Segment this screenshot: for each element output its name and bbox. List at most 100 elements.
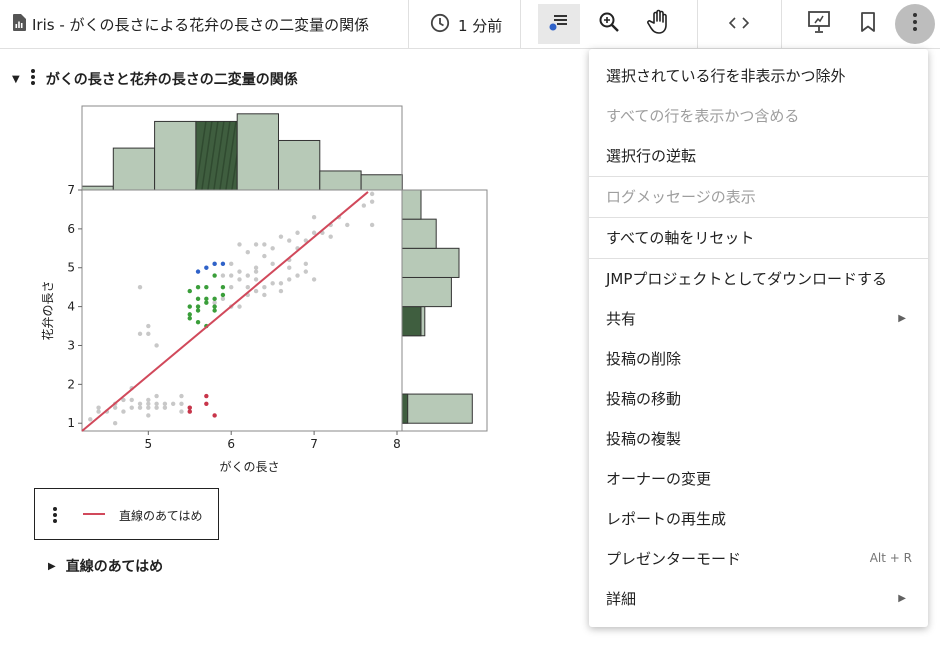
point-unselected [270,261,275,267]
legend-menu-icon[interactable] [52,506,58,528]
section-header: ▼ がくの長さと花弁の長さの二変量の関係 [12,68,298,90]
menu-item-10[interactable]: オーナーの変更 [589,458,928,498]
more-options-menu: 選択されている行を非表示かつ除外 すべての行を表示かつ含める 選択行の逆転 ログメッセ… [589,49,928,627]
x-histogram [81,113,403,191]
embed-code-button[interactable] [718,4,760,44]
point-unselected [278,288,284,294]
point-unselected [345,222,350,228]
last-updated: 1 分前 [430,13,502,37]
more-options-button[interactable] [895,4,935,44]
point-unselected [253,277,259,282]
point-red [187,409,192,414]
more-vert-icon [912,12,918,36]
point-unselected [146,323,151,329]
expand-triangle-icon[interactable]: ▶ [48,561,56,572]
clock-icon [430,13,450,37]
point-unselected [287,238,292,243]
y-tick-label: 5 [67,261,75,275]
collapse-triangle-icon[interactable]: ▼ [12,74,20,85]
y-hist-bar [401,276,452,308]
bookmark-button[interactable] [847,4,889,44]
point-green [195,284,201,290]
bivariate-chart: 5 6 7 8 1 2 3 4 5 6 7 がくの長さ 花弁の長さ [40,105,488,474]
menu-item-label: オーナーの変更 [606,469,712,488]
menu-item-9[interactable]: 投稿の複製 [589,418,928,458]
menu-item-12[interactable]: プレゼンターモード Alt + R [589,538,928,578]
menu-item-label: 選択行の逆転 [606,146,697,165]
menu-item-label: 共有 [606,309,637,328]
point-unselected [303,269,309,274]
point-unselected [112,421,118,426]
point-unselected [262,242,267,247]
presenter-mode-button[interactable] [798,4,840,44]
menu-item-0[interactable]: 選択されている行を非表示かつ除外 [589,55,928,95]
point-unselected [121,409,126,414]
point-unselected [328,234,333,239]
menu-item-label: JMPプロジェクトとしてダウンロードする [606,269,887,288]
point-unselected [137,405,143,410]
x-tick-label: 7 [310,437,318,451]
point-unselected [146,397,151,403]
point-unselected [311,215,317,220]
point-red [204,401,209,406]
point-unselected [245,249,250,255]
point-unselected [237,242,242,247]
menu-item-1: すべての行を表示かつ含める [589,95,928,135]
menu-item-label: レポートの再生成 [606,509,727,528]
point-red [204,393,209,399]
point-unselected [229,284,234,290]
x-hist-bar [319,170,362,191]
x-hist-bar [278,139,321,191]
point-unselected [229,261,234,267]
pan-tool-button[interactable] [638,4,680,44]
point-unselected [270,281,275,286]
point-unselected [137,401,143,406]
point-unselected [137,284,143,290]
zoom-tool-button[interactable] [588,4,630,44]
point-unselected [146,405,151,410]
menu-item-label: プレゼンターモード [606,549,742,568]
menu-item-13[interactable]: 詳細 ▶ [589,578,928,618]
menu-item-8[interactable]: 投稿の移動 [589,378,928,418]
y-tick-label: 2 [67,377,75,391]
point-unselected [220,296,226,302]
presentation-icon [807,10,831,38]
point-red [212,413,217,418]
point-green [204,284,209,290]
point-blue [212,261,217,267]
point-unselected [303,261,309,267]
menu-item-7[interactable]: 投稿の削除 [589,338,928,378]
point-unselected [262,292,267,298]
point-green [204,296,209,302]
pan-hand-icon [647,9,671,39]
y-tick-label: 1 [67,416,75,430]
menu-item-2[interactable]: 選択行の逆転 [589,135,928,175]
fit-subsection-header[interactable]: ▶ 直線のあてはめ [48,556,163,576]
y-hist-bar [401,189,422,220]
fit-line[interactable] [81,191,369,432]
x-hist-bar [360,174,403,191]
x-hist-bar [236,113,279,191]
report-title-text: Iris - がくの長さによる花弁の長さの二変量の関係 [32,16,370,34]
point-unselected [129,405,134,410]
selection-tool-button[interactable] [538,4,580,44]
section-menu-icon[interactable] [30,68,36,90]
code-icon [728,15,750,34]
menu-item-6[interactable]: 共有 ▶ [589,298,928,338]
point-unselected [237,304,242,309]
point-unselected [96,409,101,414]
point-green [187,316,192,321]
menu-item-4[interactable]: すべての軸をリセット [589,217,928,257]
menu-item-5[interactable]: JMPプロジェクトとしてダウンロードする [589,258,928,298]
point-unselected [369,191,375,197]
menu-item-label: 投稿の複製 [606,429,682,448]
y-tick-label: 6 [67,222,75,236]
point-unselected [311,230,317,235]
x-tick-label: 5 [144,437,152,451]
point-unselected [278,234,284,239]
point-unselected [137,331,143,337]
point-unselected [129,397,134,403]
zoom-icon [598,11,620,37]
menu-item-11[interactable]: レポートの再生成 [589,498,928,538]
point-unselected [146,413,151,418]
